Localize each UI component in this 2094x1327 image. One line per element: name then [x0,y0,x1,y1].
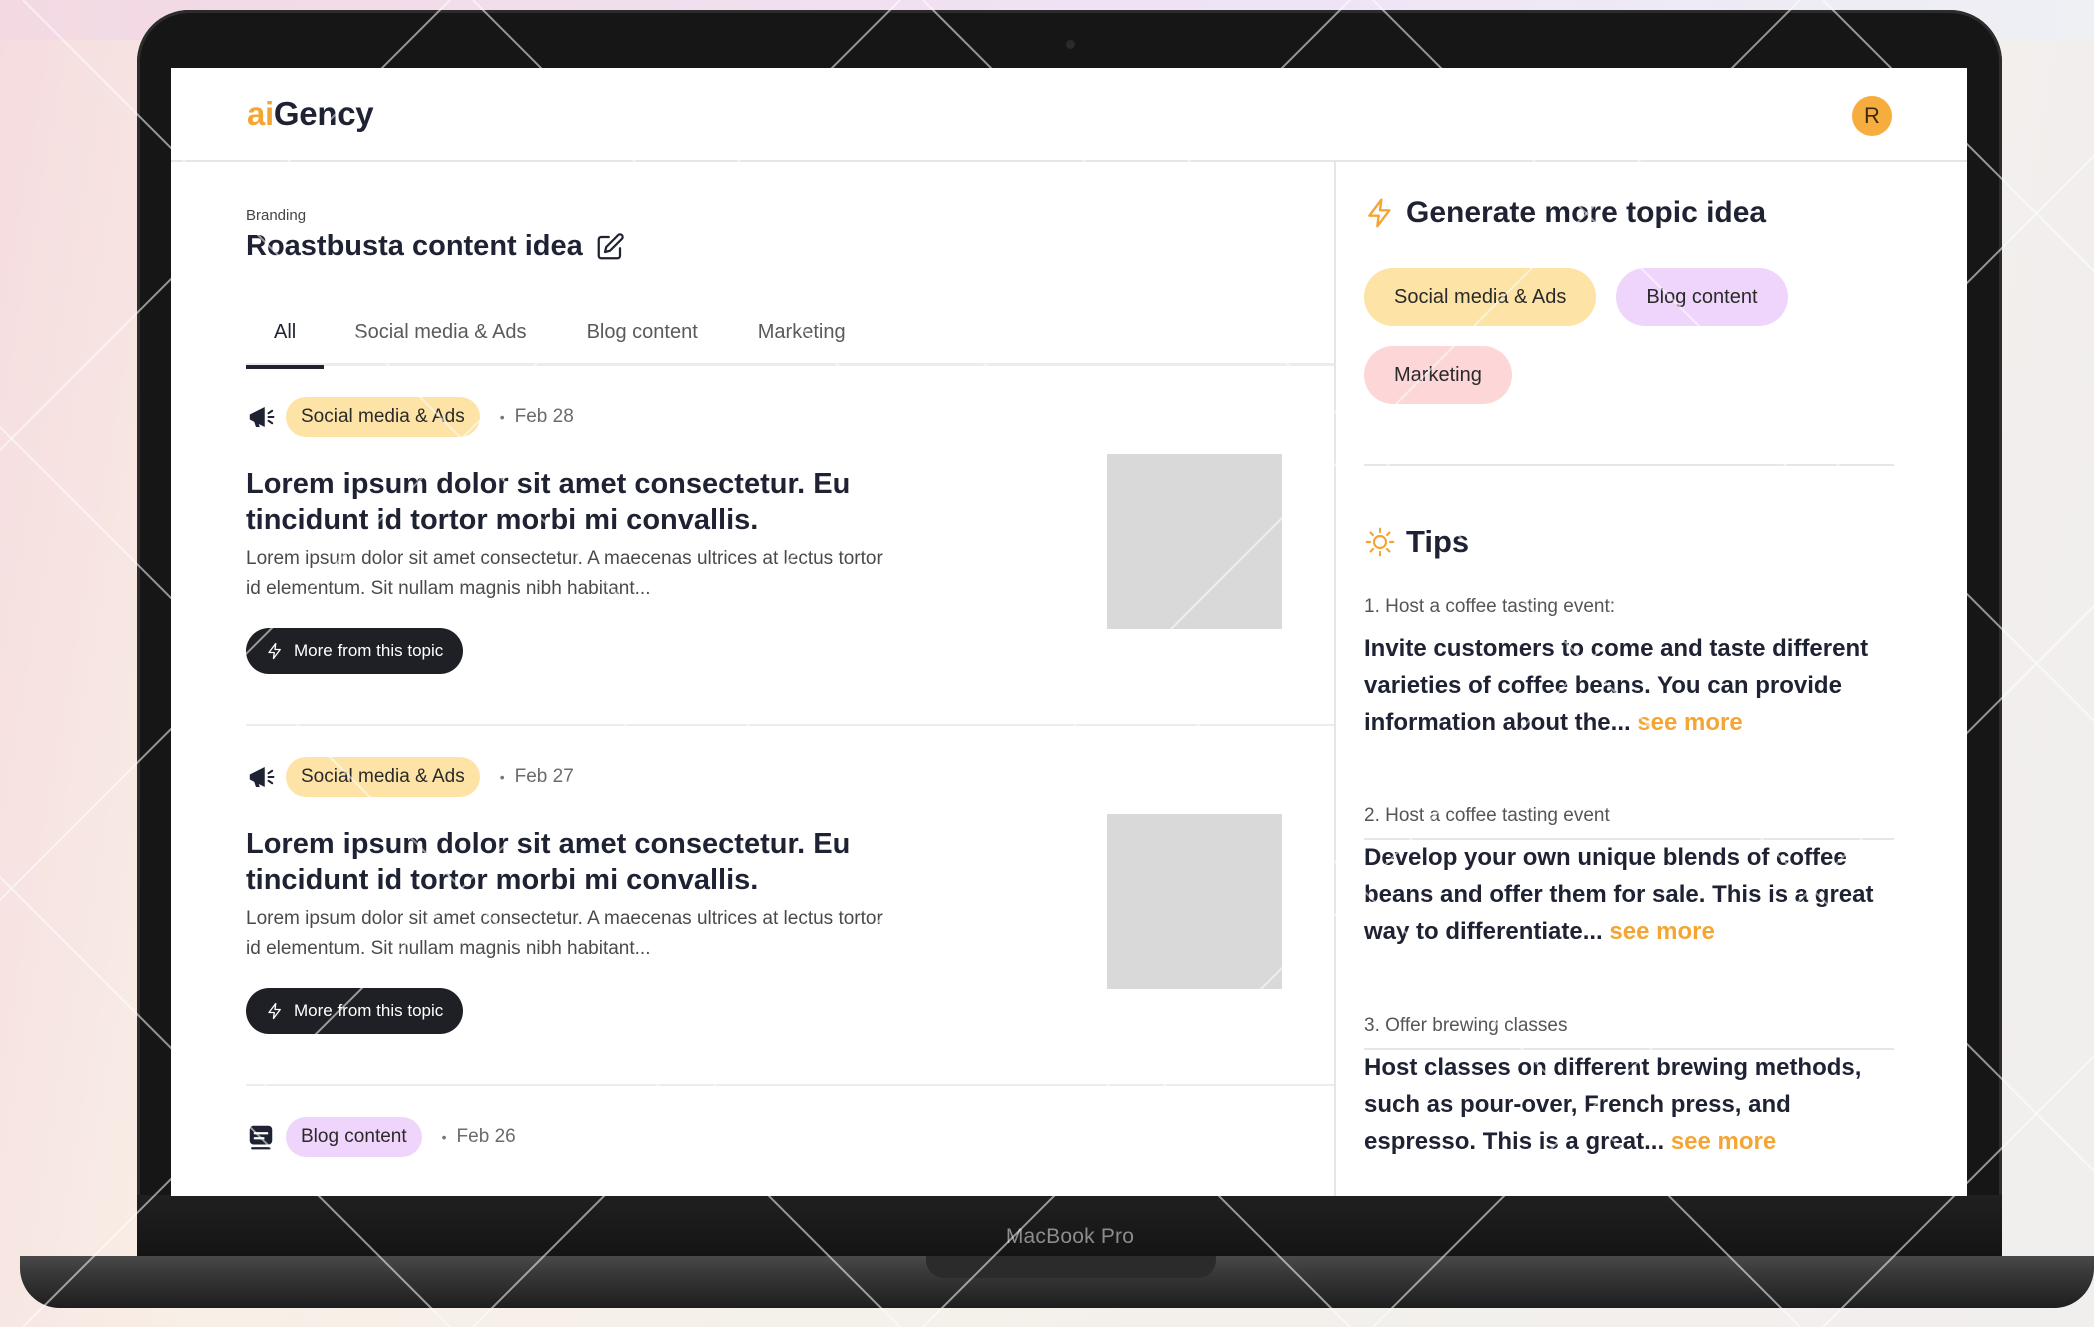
post-thumbnail [1107,454,1282,629]
post-excerpt: Lorem ipsum dolor sit amet consectetur. … [246,908,883,959]
edit-icon[interactable] [595,232,625,262]
separator-dot: • [499,409,505,425]
tip-item: 1. Host a coffee tasting event: Invite c… [1364,596,1904,741]
separator-dot: • [441,1129,447,1145]
post-date: Feb 26 [456,1126,516,1147]
more-from-topic-button[interactable]: More from this topic [246,988,464,1034]
more-from-topic-label: More from this topic [294,641,444,660]
ideas-sidebar: Generate more topic idea Social media & … [1334,162,1967,1196]
category-badge[interactable]: Social media & Ads [286,757,480,797]
tip-item: 2. Host a coffee tasting event Develop y… [1364,805,1904,950]
tips-heading-text: Tips [1406,524,1470,559]
tab-blog-content[interactable]: Blog content [557,314,728,366]
content-feed: Social media & Ads • Feb 28 Lorem ipsum … [246,366,1334,1196]
separator-dot: • [499,769,505,785]
see-more-link[interactable]: see more [1637,709,1742,736]
chip-marketing[interactable]: Marketing [1364,346,1512,404]
bolt-icon [268,1002,281,1020]
avatar[interactable]: R [1852,96,1892,136]
more-from-topic-label: More from this topic [294,1001,444,1020]
top-bar: aiGency R [171,68,1967,162]
tip-item: 3. Offer brewing classes Host classes on… [1364,1015,1904,1160]
tip-label: 1. Host a coffee tasting event: [1364,596,1616,617]
camera-icon [1066,40,1075,49]
post-title[interactable]: Lorem ipsum dolor sit amet consectetur. … [246,466,926,538]
category-tabs: All Social media & Ads Blog content Mark… [246,314,1334,369]
list-item[interactable]: Blog content • Feb 26 [246,1086,1334,1196]
logo-suffix: Gency [273,95,374,132]
megaphone-icon [249,407,275,427]
device-label: MacBook Pro [1005,1225,1135,1248]
megaphone-icon [249,767,275,787]
post-thumbnail [1107,814,1282,989]
page-title: Roastbusta content idea [246,230,625,263]
app-screen: aiGency R Branding Roastbusta content id… [171,68,1967,1196]
list-item[interactable]: Social media & Ads • Feb 28 Lorem ipsum … [246,366,1334,726]
see-more-link[interactable]: see more [1609,918,1714,945]
post-meta: Social media & Ads • Feb 28 [246,396,574,438]
generate-heading: Generate more topic idea [1364,196,1766,230]
tip-body: Host classes on different brewing method… [1364,1049,1904,1160]
tip-label: 3. Offer brewing classes [1364,1015,1568,1036]
post-date: Feb 28 [514,406,574,427]
tip-body: Develop your own unique blends of coffee… [1364,839,1904,950]
generate-heading-text: Generate more topic idea [1406,196,1767,229]
blog-icon [249,1125,273,1150]
tab-marketing[interactable]: Marketing [728,314,876,366]
tip-body-text: Host classes on different brewing method… [1364,1054,1862,1155]
divider [1364,464,1894,466]
breadcrumb[interactable]: Branding [246,207,306,224]
tips-heading: Tips [1364,524,1469,560]
category-badge[interactable]: Blog content [286,1117,422,1157]
more-from-topic-button[interactable]: More from this topic [246,628,464,674]
post-excerpt: Lorem ipsum dolor sit amet consectetur. … [246,548,883,599]
laptop-notch [926,1256,1216,1278]
post-meta: Blog content • Feb 26 [246,1116,516,1158]
tab-social-media-ads[interactable]: Social media & Ads [324,314,556,366]
tip-body: Invite customers to come and taste diffe… [1364,630,1904,741]
post-date: Feb 27 [514,766,574,787]
tip-body-text: Invite customers to come and taste diffe… [1364,635,1869,736]
chip-blog-content[interactable]: Blog content [1616,268,1788,326]
post-meta: Social media & Ads • Feb 27 [246,756,574,798]
chip-social-media-ads[interactable]: Social media & Ads [1364,268,1597,326]
main-content: Branding Roastbusta content idea All Soc… [171,162,1334,1196]
tip-label: 2. Host a coffee tasting event [1364,805,1610,826]
post-title[interactable]: Lorem ipsum dolor sit amet consectetur. … [246,826,926,898]
topic-chips: Social media & Ads Blog content Marketin… [1364,268,1924,404]
sun-icon [1365,527,1395,557]
app-logo[interactable]: aiGency [247,95,374,133]
bolt-icon [1368,198,1391,228]
see-more-link[interactable]: see more [1671,1128,1776,1155]
logo-prefix: ai [247,95,274,132]
list-item[interactable]: Social media & Ads • Feb 27 Lorem ipsum … [246,726,1334,1086]
page-title-text: Roastbusta content idea [246,230,583,262]
bolt-icon [268,642,281,660]
tab-all[interactable]: All [246,314,325,369]
category-badge[interactable]: Social media & Ads [286,397,480,437]
